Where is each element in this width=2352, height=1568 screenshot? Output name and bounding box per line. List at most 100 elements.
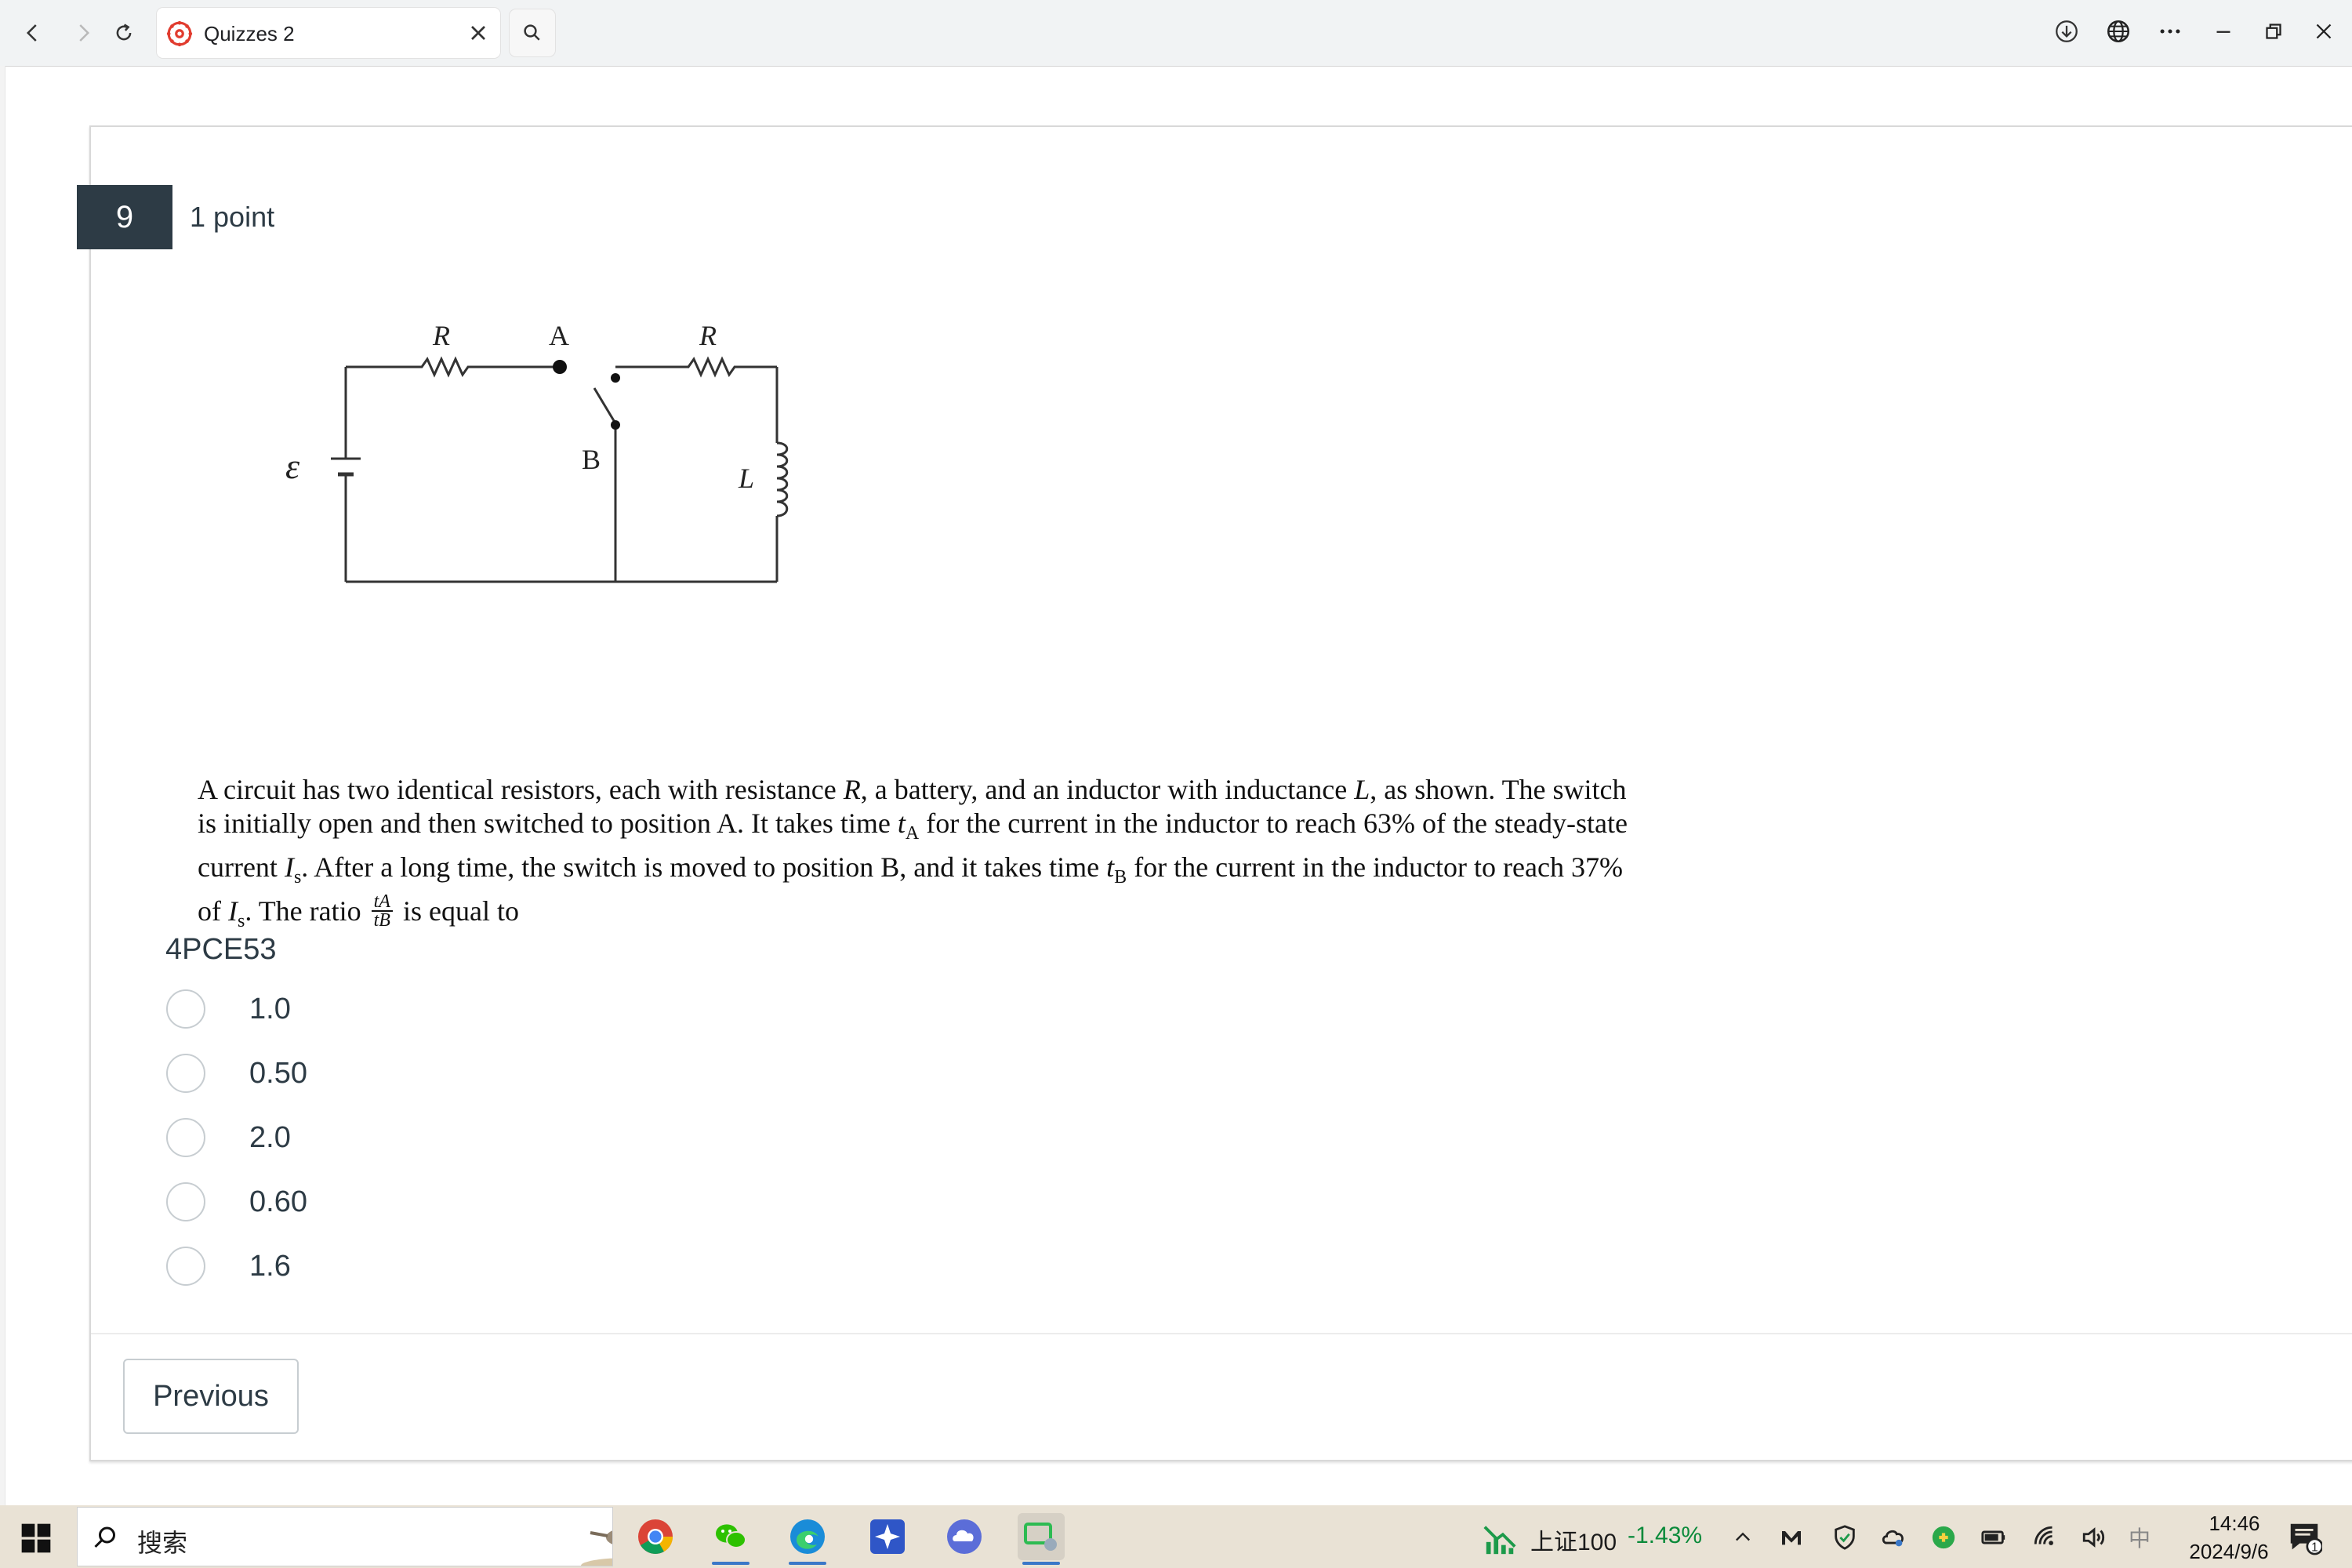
math-subscript-A: A bbox=[905, 823, 920, 844]
running-indicator bbox=[1022, 1562, 1060, 1565]
taskbar-app-cloud[interactable] bbox=[941, 1513, 988, 1560]
answer-radio[interactable] bbox=[166, 989, 205, 1029]
math-t: t bbox=[897, 808, 906, 839]
label-B: B bbox=[582, 444, 601, 475]
answer-label: 1.6 bbox=[249, 1250, 291, 1283]
answer-option[interactable]: 0.50 bbox=[166, 1054, 715, 1118]
tab-title: Quizzes 2 bbox=[204, 22, 295, 45]
terminal-A-dot bbox=[553, 360, 567, 374]
search-icon bbox=[524, 24, 540, 41]
math-I: I bbox=[284, 851, 294, 884]
speaker-icon bbox=[2082, 1527, 2105, 1548]
tray-ime[interactable]: 中 bbox=[2125, 1523, 2154, 1552]
answer-option[interactable]: 1.6 bbox=[166, 1247, 715, 1311]
math-I: I bbox=[228, 895, 238, 927]
math-A: A bbox=[716, 808, 737, 839]
answer-radio[interactable] bbox=[166, 1054, 205, 1093]
taskbar-chrome[interactable] bbox=[632, 1513, 679, 1560]
tray-app-m[interactable] bbox=[1777, 1523, 1806, 1552]
back-button[interactable] bbox=[14, 14, 52, 52]
translate-button[interactable] bbox=[2100, 13, 2137, 50]
tray-network-app[interactable] bbox=[1878, 1523, 1908, 1552]
notification-center-icon[interactable]: 1 bbox=[2286, 1519, 2322, 1555]
math-t: t bbox=[1106, 851, 1115, 884]
restore-icon bbox=[2266, 24, 2281, 39]
reload-button[interactable] bbox=[105, 14, 143, 52]
fraction-denominator: tB bbox=[373, 910, 390, 931]
edge-icon bbox=[790, 1519, 825, 1554]
math-subscript-B: B bbox=[1114, 867, 1127, 888]
math-B: B bbox=[880, 851, 900, 884]
browser-tab[interactable]: Quizzes 2 bbox=[157, 8, 500, 58]
download-icon bbox=[2056, 20, 2078, 42]
tray-wifi[interactable] bbox=[2031, 1523, 2060, 1552]
footer-divider bbox=[91, 1333, 2352, 1334]
tray-green-app[interactable] bbox=[1929, 1523, 1958, 1552]
math-subscript-s: s bbox=[293, 867, 302, 888]
label-R-left: R bbox=[432, 320, 450, 351]
windows-taskbar: 搜索 上证100 -1.43% 中 14:46 2024/9/6 1 bbox=[0, 1505, 2352, 1568]
cloud-sync-icon bbox=[1882, 1530, 1904, 1547]
answer-label: 0.50 bbox=[249, 1057, 307, 1090]
minimize-button[interactable] bbox=[2205, 13, 2242, 50]
tray-battery[interactable] bbox=[1979, 1523, 2009, 1552]
taskbar-edge[interactable] bbox=[784, 1513, 831, 1565]
math-63-percent: 63% bbox=[1363, 808, 1416, 839]
switch-pivot-dot bbox=[611, 373, 620, 383]
running-indicator bbox=[712, 1562, 750, 1565]
chevron-up-icon bbox=[1736, 1532, 1750, 1541]
restore-button[interactable] bbox=[2255, 13, 2292, 50]
green-circle-app-icon bbox=[1932, 1526, 1955, 1549]
taskbar-wechat[interactable] bbox=[707, 1513, 754, 1565]
text-segment: , and it takes time bbox=[899, 851, 1107, 884]
tray-volume[interactable] bbox=[2079, 1523, 2109, 1552]
answer-option[interactable]: 2.0 bbox=[166, 1118, 715, 1182]
chrome-icon bbox=[638, 1519, 673, 1554]
close-tab-icon[interactable] bbox=[466, 20, 491, 45]
circuit-diagram: R A R B ε L bbox=[285, 320, 789, 583]
taskbar-app-screen[interactable] bbox=[1018, 1513, 1065, 1565]
answer-label: 0.60 bbox=[249, 1185, 307, 1218]
math-R: R bbox=[843, 774, 861, 805]
more-dots-icon bbox=[2160, 29, 2180, 34]
tray-security[interactable] bbox=[1830, 1523, 1860, 1552]
text-segment: is equal to bbox=[395, 895, 519, 927]
minimize-icon bbox=[2216, 31, 2230, 33]
answer-option[interactable]: 1.0 bbox=[166, 989, 715, 1054]
answer-radio[interactable] bbox=[166, 1118, 205, 1157]
forward-arrow-icon bbox=[79, 24, 90, 42]
taskbar-app-star[interactable] bbox=[864, 1513, 911, 1560]
windows-start-icon[interactable] bbox=[20, 1523, 52, 1554]
show-hidden-icons[interactable] bbox=[1728, 1523, 1758, 1552]
question-code: 4PCE53 bbox=[165, 933, 277, 966]
terminal-B-dot bbox=[611, 420, 620, 430]
answer-option[interactable]: 0.60 bbox=[166, 1182, 715, 1247]
fraction-numerator: tA bbox=[371, 892, 393, 913]
answer-radio[interactable] bbox=[166, 1182, 205, 1221]
clock-time[interactable]: 14:46 bbox=[2187, 1512, 2281, 1536]
globe-icon bbox=[2107, 20, 2130, 43]
ratio-fraction: tA tB bbox=[371, 892, 393, 931]
clock-date[interactable]: 2024/9/6 bbox=[2170, 1540, 2288, 1564]
close-window-button[interactable] bbox=[2305, 13, 2343, 50]
wifi-icon bbox=[2034, 1526, 2053, 1545]
label-L: L bbox=[738, 463, 754, 494]
answer-label: 2.0 bbox=[249, 1121, 291, 1154]
label-emf: ε bbox=[285, 446, 300, 486]
more-menu-button[interactable] bbox=[2151, 13, 2189, 50]
text-segment: for the current in the inductor to reach bbox=[1127, 851, 1571, 884]
downloads-button[interactable] bbox=[2048, 13, 2085, 50]
question-text: A circuit has two identical resistors, e… bbox=[198, 773, 1632, 939]
taskbar-search-box[interactable]: 搜索 bbox=[77, 1507, 613, 1566]
search-icon bbox=[94, 1526, 115, 1548]
canvas-logo-icon bbox=[166, 20, 193, 47]
text-segment: . It takes time bbox=[736, 808, 898, 839]
answer-label: 1.0 bbox=[249, 993, 291, 1025]
cloud-app-icon bbox=[947, 1519, 982, 1554]
answer-radio[interactable] bbox=[166, 1247, 205, 1286]
previous-button[interactable]: Previous bbox=[123, 1359, 299, 1434]
browser-toolbar: Quizzes 2 bbox=[0, 0, 2352, 67]
stock-chart-icon bbox=[1483, 1526, 1516, 1555]
tab-search-button[interactable] bbox=[510, 9, 555, 56]
forward-button[interactable] bbox=[64, 14, 102, 52]
